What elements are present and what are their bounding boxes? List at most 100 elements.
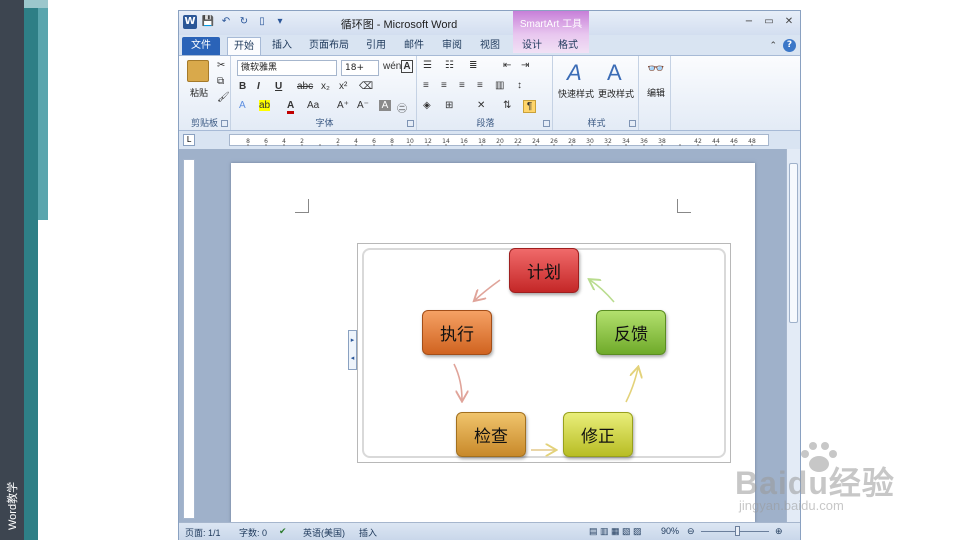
numbering-icon[interactable]: ☷ [445,60,454,71]
tab-home[interactable]: 开始 [227,37,261,55]
multilevel-list-icon[interactable]: ≣ [469,60,477,71]
editing-button[interactable]: 编辑 [641,86,671,99]
proofing-icon[interactable]: ✔ [279,526,287,537]
subscript-icon[interactable]: x₂ [321,81,330,92]
cycle-node-plan[interactable]: 计划 [509,248,579,293]
quick-styles-button[interactable]: 快速样式 [555,87,597,100]
cycle-node-fix[interactable]: 修正 [563,412,633,457]
side-bar-dark [0,0,24,540]
highlight-icon[interactable]: ab [259,100,271,111]
ruler-ticks: 8 6 4 2 2 4 6 8 10 12 14 16 18 20 22 24 26 28 30 32 34 36 38 42… [246,138,756,146]
view-buttons-icon[interactable]: ▤ ▥ ▦ ▧ ▨ [589,526,642,537]
text-effects-icon[interactable]: A [239,100,246,111]
minimize-button[interactable]: − [744,16,754,27]
zoom-out-icon[interactable]: ⊖ [687,526,695,537]
increase-indent-icon[interactable]: ⇥ [521,60,529,71]
tab-file[interactable]: 文件 [182,37,220,55]
format-painter-icon[interactable]: 🖌 [217,92,230,103]
close-button[interactable]: ✕ [784,16,794,27]
tab-review[interactable]: 审阅 [437,37,467,55]
arrow-fix-to-feedback [625,368,638,403]
clear-format-icon[interactable]: ⌫ [359,81,373,92]
cycle-node-feedback[interactable]: 反馈 [596,310,666,355]
change-styles-button[interactable]: 更改样式 [595,87,637,100]
font-size-select[interactable]: 18+ [341,60,379,76]
sort-icon[interactable]: ⇅ [503,100,511,111]
superscript-icon[interactable]: x² [339,81,347,92]
vertical-ruler[interactable] [183,159,195,519]
zoom-slider-thumb[interactable] [735,526,740,536]
document-page[interactable]: ▸ ◂ 计划 反馈 修正 检查 执行 [231,163,755,523]
ruler-tick-label: 20 [496,138,504,145]
smartart-cycle-diagram[interactable]: ▸ ◂ 计划 反馈 修正 检查 执行 [348,243,731,463]
tab-view[interactable]: 视图 [475,37,505,55]
font-phonetic-icon[interactable]: wén [383,61,401,72]
page-corner-mark [295,199,309,213]
horizontal-ruler[interactable]: 8 6 4 2 2 4 6 8 10 12 14 16 18 20 22 24 26 28 30 32 34 36 38 42… [229,134,769,146]
align-center-icon[interactable]: ≡ [441,80,447,91]
binoculars-icon[interactable]: 👓 [647,60,664,77]
language-indicator[interactable]: 英语(美国) [303,526,345,539]
side-label: Word教学 [7,481,19,530]
font-group: 微软雅黑 18+ wén A B I U abc x₂ x² ⌫ A ab A … [233,56,417,130]
zoom-level[interactable]: 90% [661,526,679,536]
ruler-tick-label: 26 [550,138,558,145]
shrink-font-icon[interactable]: A⁻ [357,100,369,111]
baidu-watermark: Baidu经验 jingyan.baidu.com [735,440,925,520]
paragraph-launcher-icon[interactable] [543,120,550,127]
chinese-layout-icon[interactable]: ✕ [477,100,485,111]
word-count[interactable]: 字数: 0 [239,526,267,539]
change-styles-icon[interactable]: A [607,60,622,86]
tab-design[interactable]: 设计 [517,37,547,55]
cycle-node-execute[interactable]: 执行 [422,310,492,355]
zoom-in-icon[interactable]: ⊕ [775,526,783,537]
page-count[interactable]: 页面: 1/1 [185,526,221,539]
help-icon[interactable]: ? [783,39,796,52]
tab-selector-icon[interactable]: L [183,134,195,146]
tab-mailings[interactable]: 邮件 [399,37,429,55]
strikethrough-icon[interactable]: abc [297,81,313,92]
clipboard-launcher-icon[interactable] [221,120,228,127]
shading-icon[interactable]: ◈ [423,100,431,111]
maximize-button[interactable]: ▭ [764,16,774,27]
quick-styles-icon[interactable]: A [567,60,582,86]
styles-launcher-icon[interactable] [629,120,636,127]
character-shading-icon[interactable]: A [379,100,391,111]
font-color-icon[interactable]: A [287,100,295,114]
copy-icon[interactable]: ⧉ [217,76,224,87]
cycle-node-check[interactable]: 检查 [456,412,526,457]
distributed-icon[interactable]: ▥ [495,80,504,91]
justify-icon[interactable]: ≡ [477,80,483,91]
align-left-icon[interactable]: ≡ [423,80,429,91]
bullets-icon[interactable]: ☰ [423,60,432,71]
grow-font-icon[interactable]: A⁺ [337,100,349,111]
align-right-icon[interactable]: ≡ [459,80,465,91]
enclose-characters-icon[interactable]: ㊁ [397,100,407,115]
ruler-tick-label: 12 [424,138,432,145]
underline-button[interactable]: U [275,81,282,92]
borders-icon[interactable]: ⊞ [445,100,453,111]
cut-icon[interactable]: ✂ [217,60,225,71]
character-border-icon[interactable]: A [401,60,413,73]
change-case-icon[interactable]: Aa [307,100,319,111]
paste-button[interactable]: 粘贴 [181,86,217,99]
collapse-ribbon-icon[interactable]: ⌃ [769,41,777,51]
scrollbar-thumb[interactable] [789,163,798,323]
decrease-indent-icon[interactable]: ⇤ [503,60,511,71]
show-marks-icon[interactable]: ¶ [523,100,536,113]
tab-insert[interactable]: 插入 [267,37,297,55]
insert-mode[interactable]: 插入 [359,526,377,539]
font-launcher-icon[interactable] [407,120,414,127]
font-name-select[interactable]: 微软雅黑 [237,60,337,76]
arrow-plan-to-execute [475,279,501,300]
tab-references[interactable]: 引用 [361,37,391,55]
text-pane-toggle-icon[interactable]: ▸ ◂ [348,330,357,370]
bold-button[interactable]: B [239,81,246,92]
ruler-tick-label: 36 [640,138,648,145]
tab-format[interactable]: 格式 [553,37,583,55]
paste-icon[interactable] [187,60,209,82]
styles-group-label: 样式 [587,118,606,128]
tab-page-layout[interactable]: 页面布局 [305,37,353,55]
italic-button[interactable]: I [257,81,260,92]
line-spacing-icon[interactable]: ↕ [517,80,522,91]
